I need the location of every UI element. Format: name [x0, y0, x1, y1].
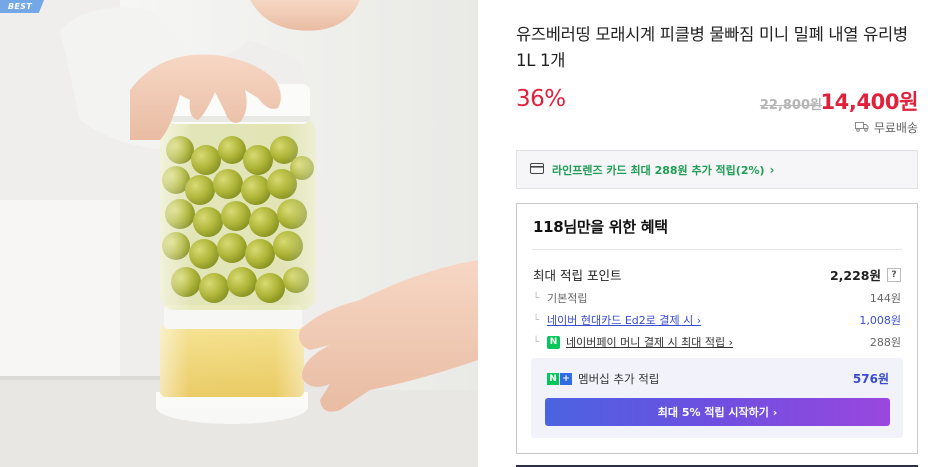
- product-info-panel: 유즈베러띵 모래시계 피클병 물빠짐 미니 밀폐 내열 유리병 1L 1개 36…: [516, 0, 918, 467]
- shipping-info: 무료배송: [854, 119, 918, 136]
- points-item-link[interactable]: 네이버페이 머니 결제 시 최대 적립 ›: [566, 334, 733, 350]
- truck-icon: [854, 121, 869, 135]
- card-promo-banner[interactable]: 라인프렌즈 카드 최대 288원 추가 적립(2%) ›: [516, 150, 918, 189]
- benefits-divider: [532, 249, 902, 250]
- tree-branch-icon: └: [533, 336, 540, 348]
- naver-plus-icon: N +: [547, 373, 572, 385]
- points-item-value: 1,008원: [859, 314, 901, 327]
- points-item-value: 144원: [869, 292, 901, 305]
- tree-branch-icon: └: [533, 314, 540, 326]
- discount-rate: 36%: [516, 86, 566, 112]
- best-badge: BEST: [0, 0, 44, 13]
- product-title: 유즈베러띵 모래시계 피클병 물빠짐 미니 밀폐 내열 유리병 1L 1개: [516, 25, 908, 70]
- max-points-row: 최대 적립 포인트 2,228원 ?: [533, 265, 901, 284]
- points-item-label: 기본적립: [547, 292, 588, 305]
- membership-value: 576원: [852, 372, 889, 386]
- product-photo-illustration: [0, 0, 478, 467]
- help-icon[interactable]: ?: [887, 267, 901, 282]
- membership-box: N + 멤버십 추가 적립 576원 최대 5% 적립 시작하기 ›: [531, 358, 903, 438]
- card-promo-text: 라인프렌즈 카드 최대 288원 추가 적립(2%): [552, 163, 765, 177]
- naver-pay-icon: N: [547, 335, 560, 349]
- benefits-title: 118님만을 위한 혜택: [533, 218, 668, 236]
- points-item-value: 288원: [869, 336, 901, 349]
- tree-branch-icon: └: [533, 292, 540, 304]
- points-item-npay-money[interactable]: └ N 네이버페이 머니 결제 시 최대 적립 › 288원: [533, 334, 901, 350]
- points-item-link[interactable]: 네이버 현대카드 Ed2로 결제 시 ›: [547, 312, 701, 328]
- max-points-label: 최대 적립 포인트: [533, 268, 622, 283]
- sale-price: 14,400원: [820, 90, 918, 114]
- product-image[interactable]: BEST: [0, 0, 478, 467]
- credit-card-icon: [530, 162, 544, 177]
- points-item-basic: └ 기본적립 144원: [533, 290, 901, 306]
- membership-label: 멤버십 추가 적립: [578, 372, 660, 386]
- max-points-value-wrap: 2,228원 ?: [830, 265, 901, 284]
- membership-label-wrap: N + 멤버십 추가 적립: [547, 371, 659, 387]
- benefits-box: 118님만을 위한 혜택 최대 적립 포인트 2,228원 ? └ 기본적립 1…: [516, 203, 918, 454]
- shipping-label: 무료배송: [873, 121, 918, 135]
- max-points-value: 2,228원: [829, 268, 881, 283]
- points-item-hyundai-card[interactable]: └ 네이버 현대카드 Ed2로 결제 시 › 1,008원: [533, 312, 901, 328]
- start-membership-button[interactable]: 최대 5% 적립 시작하기 ›: [545, 398, 890, 426]
- original-price: 22,800원: [759, 98, 822, 113]
- chevron-right-icon: ›: [769, 162, 775, 177]
